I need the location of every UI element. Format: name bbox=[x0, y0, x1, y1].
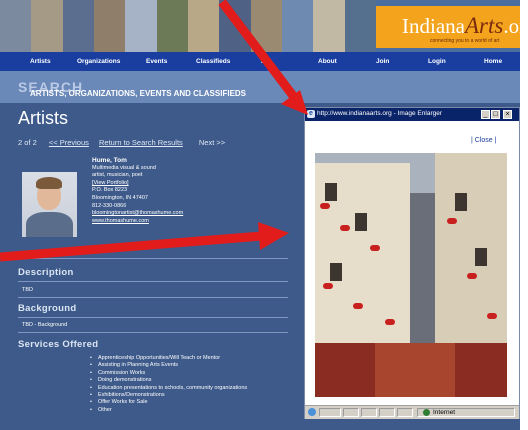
return-to-results-link[interactable]: Return to Search Results bbox=[99, 138, 183, 147]
nav-classifieds[interactable]: Classifieds bbox=[196, 58, 230, 65]
nav-artists[interactable]: Artists bbox=[30, 58, 51, 65]
list-item: Exhibitions/Demonstrations bbox=[90, 392, 247, 399]
enlarged-photo bbox=[315, 153, 507, 397]
nav-about[interactable]: About bbox=[318, 58, 337, 65]
nav-home[interactable]: Home bbox=[484, 58, 502, 65]
internet-zone-icon bbox=[423, 409, 430, 416]
divider bbox=[18, 281, 288, 282]
artist-city: Bloomington, IN 47407 bbox=[92, 194, 148, 201]
page-icon bbox=[308, 408, 316, 416]
list-item: Assisting in Planning Arts Events bbox=[90, 362, 247, 369]
description-heading: Description bbox=[18, 267, 74, 278]
ie-icon: e bbox=[307, 110, 315, 118]
divider bbox=[18, 258, 288, 259]
artist-website-link[interactable]: www.thomashume.com bbox=[92, 218, 183, 226]
window-titlebar[interactable]: e http://www.indianaarts.org - Image Enl… bbox=[305, 108, 519, 121]
banner-photo-mosaic bbox=[0, 0, 376, 52]
nav-links[interactable]: L bbox=[261, 58, 265, 65]
web-page: IndianaArts.org connecting you to a worl… bbox=[0, 0, 520, 430]
divider bbox=[18, 332, 288, 333]
site-tagline: connecting you to a world of art bbox=[430, 38, 500, 44]
artist-email-link[interactable]: bloomingtonartist@thomashume.com bbox=[92, 210, 183, 218]
window-statusbar: Internet bbox=[305, 405, 519, 419]
previous-link[interactable]: << Previous bbox=[49, 138, 89, 147]
nav-events[interactable]: Events bbox=[146, 58, 167, 65]
list-item: Other bbox=[90, 407, 247, 414]
search-banner-subtitle: ARTISTS, ORGANIZATIONS, EVENTS AND CLASS… bbox=[30, 89, 247, 98]
list-item: Doing demonstrations bbox=[90, 377, 247, 384]
artist-phone: 812-330-0866 bbox=[92, 202, 127, 209]
page-title: Artists bbox=[18, 108, 69, 128]
minimize-button[interactable]: _ bbox=[481, 110, 490, 119]
artist-photo bbox=[22, 172, 77, 237]
nav-login[interactable]: Login bbox=[428, 58, 446, 65]
list-item: Education presentations to schools, comm… bbox=[90, 385, 247, 392]
artist-discipline: Multimedia visual & sound bbox=[92, 164, 156, 171]
next-link[interactable]: Next >> bbox=[199, 138, 225, 147]
result-pager: 2 of 2 << Previous Return to Search Resu… bbox=[18, 138, 225, 147]
services-list: Apprenticeship Opportunities/Will Teach … bbox=[90, 355, 247, 414]
main-nav: Artists Organizations Events Classifieds… bbox=[0, 52, 520, 71]
divider bbox=[18, 297, 288, 298]
maximize-button[interactable]: □ bbox=[491, 110, 500, 119]
background-heading: Background bbox=[18, 303, 77, 314]
artist-roles: artist, musician, poet bbox=[92, 172, 143, 179]
list-item: Offer Works for Sale bbox=[90, 399, 247, 406]
nav-join[interactable]: Join bbox=[376, 58, 389, 65]
list-item: Apprenticeship Opportunities/Will Teach … bbox=[90, 355, 247, 362]
background-value: TBD - Background bbox=[22, 322, 68, 328]
close-window-button[interactable]: × bbox=[503, 110, 512, 119]
description-value: TBD bbox=[22, 287, 33, 293]
artist-po-box: P.O. Box 8223 bbox=[92, 187, 128, 194]
artist-contact: Hume, Tom Multimedia visual & sound arti… bbox=[92, 157, 183, 225]
view-portfolio-link[interactable]: [View Portfolio] bbox=[92, 180, 183, 188]
close-link[interactable]: | Close | bbox=[471, 137, 496, 144]
list-item: Commission Works bbox=[90, 370, 247, 377]
divider bbox=[18, 317, 288, 318]
services-heading: Services Offered bbox=[18, 339, 99, 350]
nav-organizations[interactable]: Organizations bbox=[77, 58, 120, 65]
security-zone-label: Internet bbox=[433, 409, 456, 416]
window-title: http://www.indianaarts.org - Image Enlar… bbox=[317, 110, 443, 117]
artist-name: Hume, Tom bbox=[92, 157, 127, 164]
site-logo[interactable]: IndianaArts.org bbox=[402, 13, 520, 39]
site-banner: IndianaArts.org connecting you to a worl… bbox=[0, 0, 520, 52]
image-enlarger-window[interactable]: e http://www.indianaarts.org - Image Enl… bbox=[304, 107, 520, 419]
result-count: 2 of 2 bbox=[18, 138, 37, 147]
